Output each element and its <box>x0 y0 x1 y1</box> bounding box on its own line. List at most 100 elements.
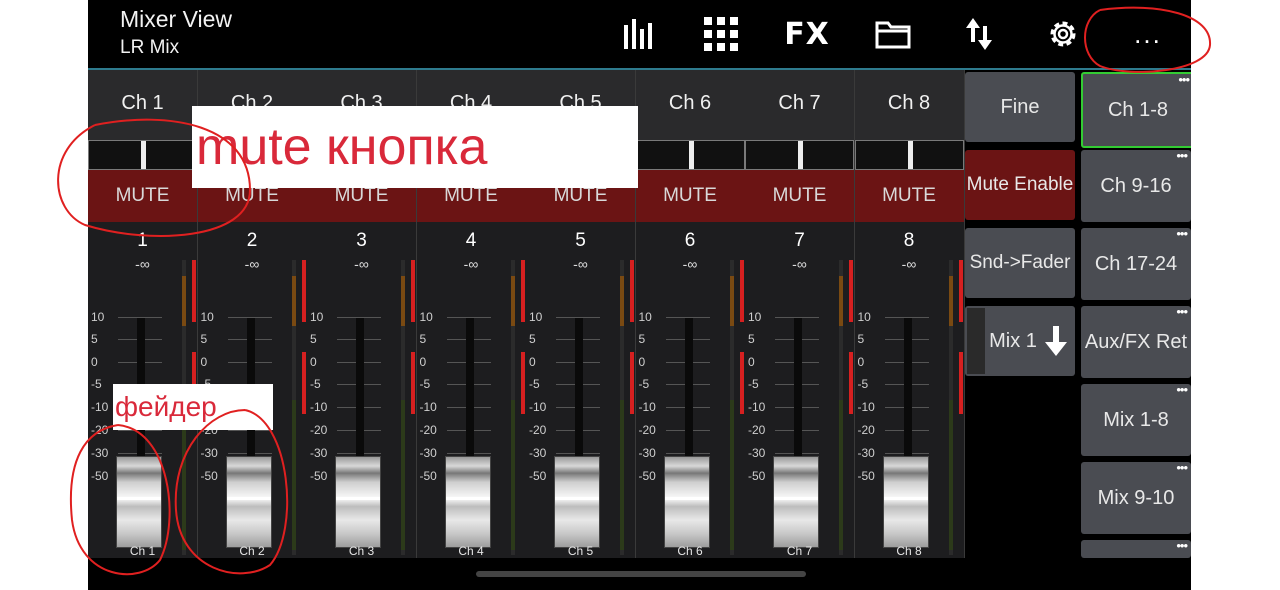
scale-label: -50 <box>419 469 437 483</box>
scale-label: -30 <box>310 446 328 460</box>
channel-number: 4 <box>465 230 477 251</box>
fader-knob[interactable] <box>335 456 381 548</box>
channel-header[interactable]: Ch 7 <box>745 70 854 140</box>
scale-label: 5 <box>200 332 208 346</box>
channel-header[interactable]: Ch 6 <box>635 70 745 140</box>
pan-thumb[interactable] <box>141 141 146 169</box>
fader-name: Ch 3 <box>348 544 375 558</box>
scale-label: -10 <box>748 400 766 414</box>
transfer-icon[interactable] <box>955 10 1003 58</box>
levels-icon[interactable] <box>613 10 661 58</box>
grid-icon[interactable] <box>697 10 745 58</box>
channel-name: Ch 7 <box>778 92 821 114</box>
channel-name: Ch 6 <box>668 92 712 114</box>
fader-knob[interactable] <box>444 456 491 548</box>
scale-label: -5 <box>310 377 321 391</box>
bank-more-icon[interactable]: ••• <box>1176 304 1188 319</box>
scale-label: 10 <box>638 310 652 324</box>
bank-more-icon[interactable]: ••• <box>1176 460 1188 475</box>
channel-header[interactable]: Ch 8 <box>854 70 964 140</box>
pan-slider[interactable] <box>745 140 854 170</box>
mix-select-button[interactable]: Mix 1 <box>965 306 1075 376</box>
bank-more-icon[interactable]: ••• <box>1176 148 1188 163</box>
scale-label: 10 <box>419 310 433 324</box>
bank-button[interactable]: Ch 1-8 ••• <box>1081 72 1191 148</box>
bank-label: Mix 9-10 <box>1097 486 1175 509</box>
bank-button[interactable]: Ch 9-16 ••• <box>1081 148 1191 222</box>
fx-button[interactable]: FX <box>783 10 831 58</box>
bank-button[interactable]: Aux/FX Ret ••• <box>1081 304 1191 378</box>
mute-button[interactable]: MUTE <box>745 170 854 222</box>
level-readout: -∞ <box>135 256 150 272</box>
fine-button[interactable]: Fine <box>965 72 1075 142</box>
fader-knob[interactable] <box>773 456 819 548</box>
scale-label: -5 <box>419 377 431 391</box>
folder-icon[interactable] <box>869 10 917 58</box>
more-button[interactable]: ... <box>1124 10 1172 58</box>
top-bar: Mixer View LR Mix FX ... <box>88 0 1191 68</box>
fader-knob[interactable] <box>554 456 600 548</box>
channel-number: 3 <box>356 230 367 251</box>
scale-label: 0 <box>529 355 536 369</box>
fader-name: Ch 7 <box>786 544 813 558</box>
bank-more-icon[interactable]: ••• <box>1176 538 1188 553</box>
fader-knob-line <box>774 497 818 500</box>
pan-thumb[interactable] <box>798 141 803 169</box>
bank-button[interactable]: Mix 9-10 ••• <box>1081 460 1191 534</box>
scale-label: -50 <box>310 469 328 483</box>
level-readout: -∞ <box>792 256 807 272</box>
mute-button[interactable]: MUTE <box>635 170 745 222</box>
scale-label: 0 <box>638 355 646 369</box>
pan-slider[interactable] <box>854 140 964 170</box>
scale-label: 0 <box>310 355 317 369</box>
fader-name: Ch 8 <box>896 544 922 558</box>
channel-number: 6 <box>684 230 696 251</box>
pan-slider[interactable] <box>88 140 197 170</box>
scale-label: -30 <box>857 446 875 460</box>
bank-more-icon[interactable]: ••• <box>1178 72 1190 87</box>
scale-label: -50 <box>91 469 109 483</box>
level-readout: -∞ <box>463 256 479 272</box>
scale-label: -10 <box>419 400 437 414</box>
level-readout: -∞ <box>244 256 260 272</box>
bank-button[interactable]: Mix 1-8 ••• <box>1081 382 1191 456</box>
fader-knob[interactable] <box>116 456 162 548</box>
mute-enable-button[interactable]: Mute Enable <box>965 150 1075 220</box>
level-readout: -∞ <box>901 256 917 272</box>
fader-knob[interactable] <box>882 456 929 548</box>
scale-label: 10 <box>200 310 214 324</box>
channel-header[interactable]: Ch 1 <box>88 70 197 140</box>
arrow-down-icon <box>1044 326 1067 356</box>
bank-more-icon[interactable]: ••• <box>1176 382 1188 397</box>
bank-button[interactable]: Ch 17-24 ••• <box>1081 226 1191 300</box>
fader-knob[interactable] <box>225 456 272 548</box>
mute-button[interactable]: MUTE <box>854 170 964 222</box>
mute-annotation-label: mute кнопка <box>192 106 638 188</box>
fader-knob-line <box>664 497 709 500</box>
scale-label: -20 <box>529 423 547 437</box>
pan-slider[interactable] <box>635 140 745 170</box>
scale-label: 5 <box>310 332 317 346</box>
scale-label: -5 <box>857 377 869 391</box>
pan-thumb[interactable] <box>907 141 913 169</box>
snd-fader-button[interactable]: Snd->Fader <box>965 228 1075 298</box>
scale-label: -30 <box>91 446 109 460</box>
gear-icon[interactable] <box>1039 10 1087 58</box>
pan-thumb[interactable] <box>688 141 694 169</box>
scale-label: -50 <box>857 469 875 483</box>
channel-strip: Ch 8 MUTE 8 -∞ 10 5 0 -5 -10 -20 -30 -50 Ch 8 <box>854 70 965 558</box>
bank-label: Aux/FX Ret <box>1084 330 1188 353</box>
bank-button-partial[interactable]: ••• <box>1081 538 1191 558</box>
fader-knob[interactable] <box>663 456 710 548</box>
scale-label: -10 <box>857 400 875 414</box>
scale-label: 5 <box>419 332 427 346</box>
mute-button[interactable]: MUTE <box>88 170 197 222</box>
scale-label: 10 <box>529 310 543 324</box>
fader-knob-line <box>336 497 380 500</box>
scale-label: -30 <box>200 446 218 460</box>
fader-name: Ch 6 <box>677 544 703 558</box>
snd-fader-label: Snd->Fader <box>969 252 1071 273</box>
channel-number: 8 <box>903 230 915 251</box>
bank-more-icon[interactable]: ••• <box>1176 226 1188 241</box>
fader-annotation-label: фейдер <box>113 384 273 430</box>
